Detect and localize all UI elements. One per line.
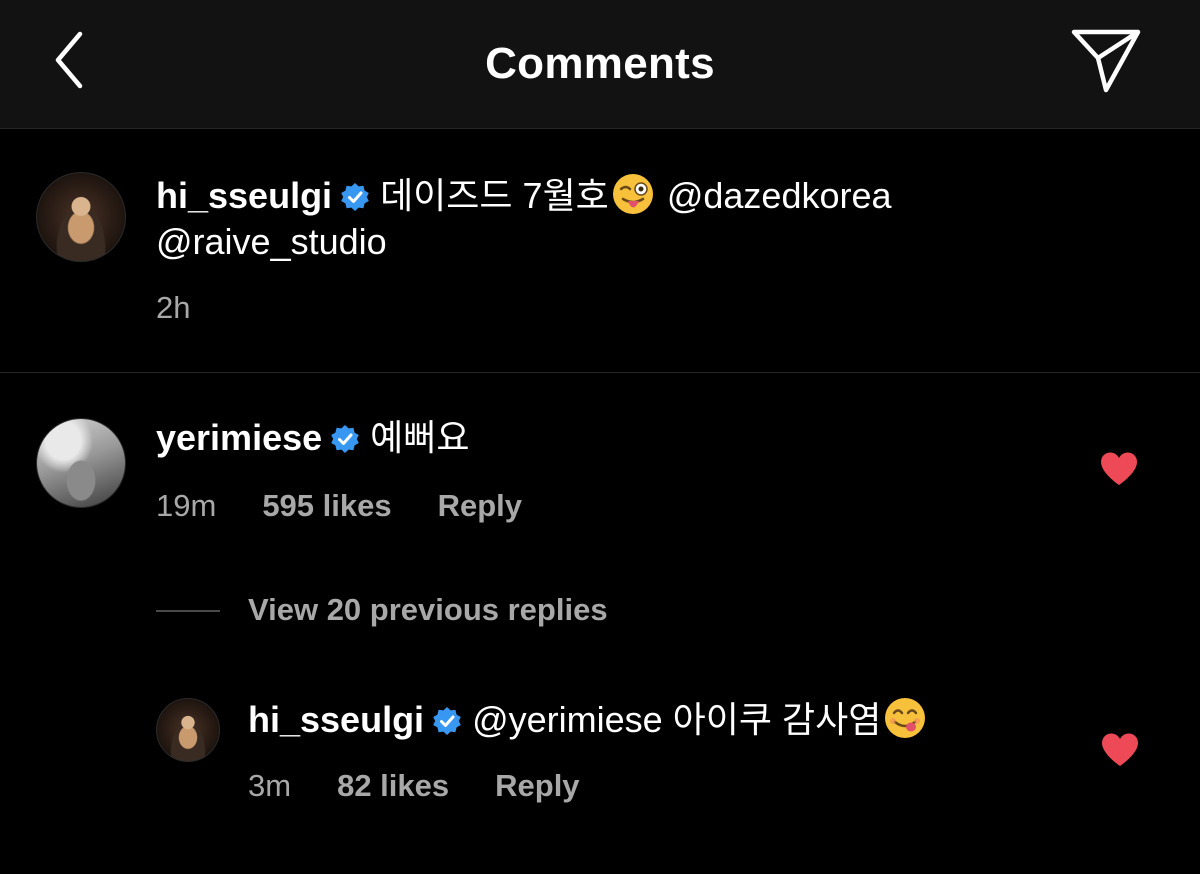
caption-username[interactable]: hi_sseulgi — [156, 175, 332, 216]
top-bar: Comments — [0, 0, 1200, 129]
page-title: Comments — [485, 39, 715, 88]
comment-timestamp: 19m — [156, 488, 217, 523]
caption-text-line: hi_sseulgi 데이즈드 7월호 @dazedkorea — [156, 172, 892, 226]
yum-face-emoji — [883, 696, 927, 750]
comment-likes-count[interactable]: 595 likes — [262, 488, 391, 523]
caption-meta: 2h — [156, 288, 190, 328]
comment-username[interactable]: yerimiese — [156, 417, 322, 458]
caption-timestamp: 2h — [156, 290, 191, 325]
verified-badge-icon — [432, 702, 462, 746]
comment-like-button[interactable] — [1099, 451, 1139, 487]
mention-raive-studio[interactable]: @raive_studio — [156, 221, 387, 262]
winking-tongue-emoji — [611, 172, 655, 226]
reply-body: @yerimiese 아이쿠 감사염 — [472, 699, 882, 740]
reply-likes-count[interactable]: 82 likes — [337, 768, 449, 803]
verified-badge-icon — [340, 178, 370, 222]
reply-reply-button[interactable]: Reply — [495, 768, 579, 803]
replies-divider-line — [156, 610, 220, 612]
caption-text-line-2: @raive_studio — [156, 220, 387, 264]
reply-avatar[interactable] — [156, 698, 220, 762]
reply-username[interactable]: hi_sseulgi — [248, 699, 424, 740]
caption-avatar[interactable] — [36, 172, 126, 262]
comment-avatar[interactable] — [36, 418, 126, 508]
reply-like-button[interactable] — [1100, 732, 1140, 768]
paper-plane-icon — [1071, 29, 1141, 93]
mention-dazedkorea[interactable]: @dazedkorea — [667, 175, 892, 216]
caption-body: 데이즈드 7월호 — [380, 175, 609, 216]
divider — [0, 372, 1200, 373]
comment-reply-button[interactable]: Reply — [438, 488, 522, 523]
comment-text-line: yerimiese 예뻐요 — [156, 416, 470, 464]
reply-meta: 3m 82 likes Reply — [248, 766, 580, 806]
share-button[interactable] — [1066, 26, 1146, 98]
reply-text-line: hi_sseulgi @yerimiese 아이쿠 감사염 — [248, 696, 929, 750]
heart-icon — [1102, 733, 1138, 766]
comment-body: 예뻐요 — [370, 417, 470, 458]
comment-meta: 19m 595 likes Reply — [156, 486, 522, 526]
reply-timestamp: 3m — [248, 768, 292, 803]
verified-badge-icon — [330, 420, 360, 464]
view-previous-replies-button[interactable]: View 20 previous replies — [248, 590, 608, 630]
heart-icon — [1101, 452, 1137, 485]
